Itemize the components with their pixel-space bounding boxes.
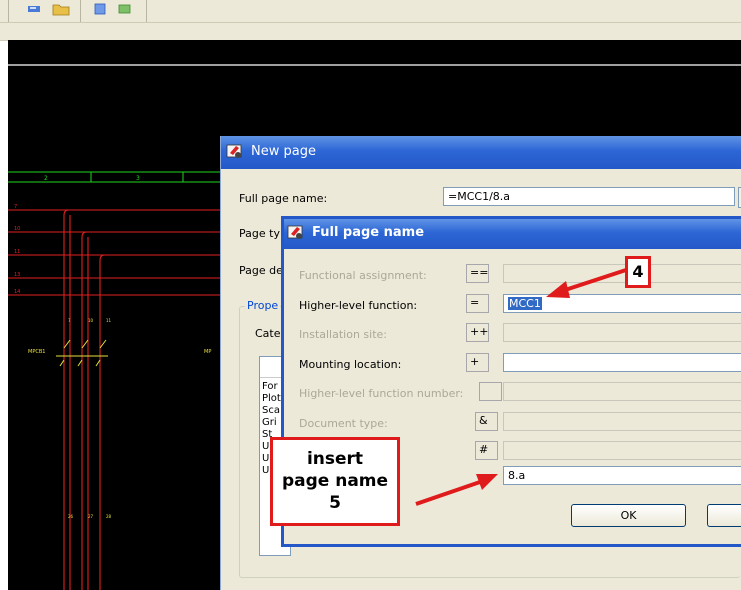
full-page-name-titlebar[interactable]: Full page name (284, 219, 741, 249)
column-number: 2 (44, 175, 48, 182)
blue-arrow-icon[interactable] (26, 2, 44, 16)
toolbar-separator (80, 0, 81, 22)
terminal-number: 10 (88, 318, 94, 323)
terminal-number: 28 (106, 514, 112, 519)
green-doc-icon[interactable] (116, 2, 134, 16)
terminal-number: 7 (68, 318, 71, 323)
step-5-line-1: insert (306, 449, 364, 469)
wire (63, 209, 70, 590)
toolbar-separator (8, 0, 9, 22)
functional-assignment-prefix: == (466, 264, 489, 283)
functional-assignment-label: Functional assignment: (299, 269, 427, 282)
list-item[interactable]: Plot (262, 393, 281, 405)
step-5-arrow (415, 474, 498, 506)
component-tag: MPCB1 (28, 349, 45, 355)
step-5-line-3: 5 (329, 493, 341, 513)
document-type-input (503, 412, 741, 431)
column-number: 3 (136, 175, 140, 182)
higher-level-function-number-label: Higher-level function number: (299, 387, 464, 400)
full-page-name-label: Full page name: (239, 192, 328, 205)
full-page-name-title: Full page name (312, 225, 425, 240)
properties-group-label: Prope (245, 299, 281, 312)
higher-level-function-prefix: = (466, 294, 489, 313)
category-label: Cate (255, 327, 281, 340)
folder-icon[interactable] (52, 2, 70, 16)
step-4-arrow (546, 268, 627, 298)
step-5-line-2: page name (281, 471, 389, 491)
wire (81, 231, 88, 590)
row-number: 13 (14, 272, 20, 278)
app-icon (287, 224, 305, 240)
blue-doc-icon[interactable] (92, 2, 110, 16)
row-number: 10 (14, 226, 20, 232)
wire (99, 254, 106, 590)
cancel-button[interactable] (707, 504, 741, 527)
new-page-title: New page (251, 144, 316, 159)
terminal-number: 27 (88, 514, 94, 519)
new-page-titlebar[interactable]: New page (221, 136, 741, 169)
document-type-prefix: & (475, 412, 498, 431)
component-tag: MP (204, 349, 211, 355)
installation-site-label: Installation site: (299, 328, 387, 341)
page-name-prefix: # (475, 441, 498, 460)
row-number: 14 (14, 289, 20, 295)
row-number: 11 (14, 249, 20, 255)
list-item[interactable]: For (262, 381, 281, 393)
page-type-label: Page ty (239, 227, 280, 240)
document-type-label: Document type: (299, 417, 388, 430)
full-page-name-input[interactable]: =MCC1/8.a (443, 187, 735, 206)
mounting-location-prefix: + (466, 353, 489, 372)
higher-level-function-label: Higher-level function: (299, 299, 418, 312)
step-5-callout: insert page name 5 (270, 437, 400, 526)
installation-site-input (503, 323, 741, 342)
mounting-location-label: Mounting location: (299, 358, 402, 371)
page-description-label: Page de (239, 264, 283, 277)
toolbar-separator (146, 0, 147, 22)
terminal-number: 26 (68, 514, 74, 519)
mounting-location-input[interactable] (503, 353, 741, 372)
ok-button[interactable]: OK (571, 504, 686, 527)
app-icon (226, 143, 244, 159)
higher-level-function-value: MCC1 (508, 297, 542, 310)
list-item[interactable]: Gri (262, 417, 281, 429)
row-number: 7 (14, 204, 17, 210)
installation-site-prefix: ++ (466, 323, 489, 342)
page-name-spacer (503, 441, 741, 460)
toolbar-divider (0, 22, 741, 23)
higher-level-function-number-prefix (479, 382, 502, 401)
page-name-input[interactable]: 8.a (503, 466, 741, 485)
toolbar (0, 0, 741, 41)
list-item[interactable]: Sca (262, 405, 281, 417)
higher-level-function-number-input (503, 382, 741, 401)
terminal-number: 11 (106, 318, 112, 323)
